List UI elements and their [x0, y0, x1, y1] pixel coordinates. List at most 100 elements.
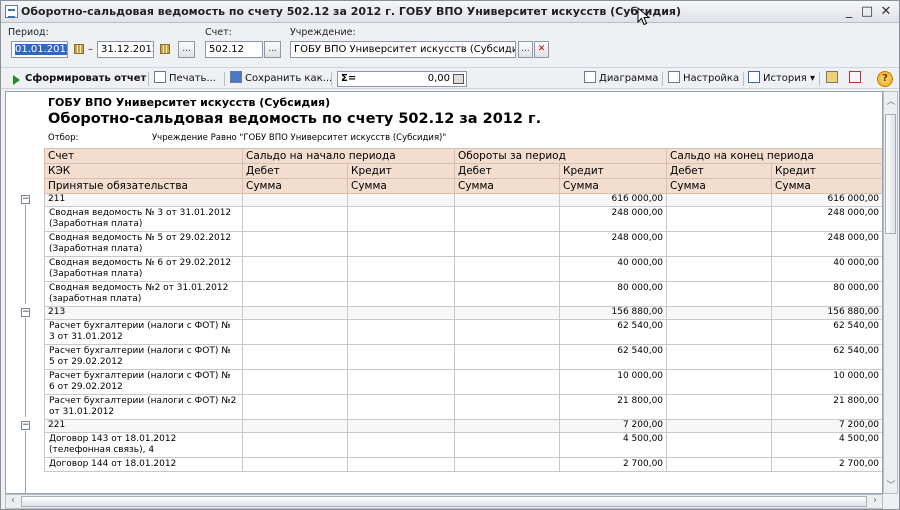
- tree-line: [25, 318, 26, 417]
- table-cell: [666, 419, 773, 433]
- table-row[interactable]: Договор 144 от 18.01.2012 2 700,00 2 700,0…: [44, 457, 882, 472]
- table-header-row-2: КЭК Дебет Кредит Дебет Кредит Дебет Кред…: [44, 163, 882, 179]
- header-cell: Сумма: [346, 178, 456, 194]
- collapse-toggle-icon[interactable]: −: [21, 421, 30, 430]
- sum-field[interactable]: Σ= 0,00: [337, 71, 467, 87]
- title-bar[interactable]: Оборотно-сальдовая ведомость по счету 50…: [1, 1, 899, 23]
- chart-button[interactable]: Диаграмма: [584, 71, 658, 87]
- header-cell: Сумма: [771, 178, 882, 194]
- collapse-toggle-icon[interactable]: −: [21, 308, 30, 317]
- group-row[interactable]: 211 616 000,00 616 000,00: [44, 193, 882, 207]
- tree-gutter: − − −: [10, 148, 44, 493]
- report-area[interactable]: ГОБУ ВПО Университет искусств (Субсидия)…: [5, 91, 883, 494]
- window-mode-icon: [849, 71, 861, 83]
- table-cell: [454, 344, 561, 370]
- table-cell: [454, 206, 561, 232]
- save-as-button[interactable]: Сохранить как...: [230, 71, 332, 87]
- table-cell: [346, 457, 456, 472]
- minimize-button[interactable]: _: [841, 4, 857, 19]
- table-row[interactable]: Сводная ведомость № 6 от 29.02.2012 (Зар…: [44, 256, 882, 282]
- help-button[interactable]: ?: [877, 71, 893, 87]
- table-row[interactable]: Сводная ведомость № 5 от 29.02.2012 (Зар…: [44, 231, 882, 257]
- calendar-from-icon[interactable]: [72, 41, 86, 58]
- institution-field[interactable]: ГОБУ ВПО Университет искусств (Субсидия): [290, 41, 516, 58]
- horizontal-scroll-thumb[interactable]: [21, 496, 867, 507]
- header-cell: Сальдо на начало периода: [241, 148, 456, 164]
- table-cell: [242, 193, 348, 207]
- table-cell: Договор 144 от 18.01.2012: [44, 457, 243, 472]
- history-button[interactable]: История ▾: [748, 71, 815, 87]
- report-org: ГОБУ ВПО Университет искусств (Субсидия): [48, 96, 331, 109]
- vertical-scroll-thumb[interactable]: [885, 114, 896, 234]
- period-select-button[interactable]: ...: [178, 41, 195, 58]
- table-cell: Договор 143 от 18.01.2012 (телефонная св…: [44, 432, 243, 458]
- table-row[interactable]: Расчет бухгалтерии (налоги с ФОТ) № 3 от…: [44, 319, 882, 345]
- generate-report-button[interactable]: Сформировать отчет: [25, 71, 146, 87]
- table-row[interactable]: Сводная ведомость №2 от 31.01.2012 (зара…: [44, 281, 882, 307]
- table-cell: 248 000,00: [771, 206, 882, 232]
- header-cell: Сумма: [454, 178, 561, 194]
- table-row[interactable]: Сводная ведомость № 3 от 31.01.2012 (Зар…: [44, 206, 882, 232]
- table-cell: Расчет бухгалтерии (налоги с ФОТ) № 6 от…: [44, 369, 243, 395]
- collapse-toggle-icon[interactable]: −: [21, 195, 30, 204]
- sigma-icon: Σ=: [341, 73, 357, 84]
- table-cell: 21 800,00: [559, 394, 668, 420]
- window-mode-button[interactable]: [849, 71, 864, 87]
- table-row[interactable]: Расчет бухгалтерии (налоги с ФОТ) №2 от …: [44, 394, 882, 420]
- header-cell: Сальдо на конец периода: [666, 148, 882, 164]
- period-from-field[interactable]: 01.01.2012: [11, 41, 68, 58]
- horizontal-scrollbar[interactable]: ‹ ›: [5, 494, 883, 509]
- table-cell: [346, 319, 456, 345]
- table-cell: 80 000,00: [771, 281, 882, 307]
- table-cell: [666, 319, 773, 345]
- scroll-left-icon[interactable]: ‹: [7, 495, 19, 506]
- table-header-row-1: Счет Сальдо на начало периода Обороты за…: [44, 148, 882, 164]
- group-row[interactable]: 221 7 200,00 7 200,00: [44, 419, 882, 433]
- table-cell: [666, 306, 773, 320]
- institution-clear-button[interactable]: ✕: [534, 41, 549, 58]
- table-cell: Расчет бухгалтерии (налоги с ФОТ) №2 от …: [44, 394, 243, 420]
- scroll-down-icon[interactable]: ﹀: [886, 478, 896, 491]
- table-cell: [666, 281, 773, 307]
- account-field[interactable]: 502.12: [205, 41, 263, 58]
- header-cell: Обороты за период: [454, 148, 668, 164]
- table-cell: [666, 432, 773, 458]
- table-row[interactable]: Договор 143 от 18.01.2012 (телефонная св…: [44, 432, 882, 458]
- table-cell: [346, 419, 456, 433]
- table-cell: 21 800,00: [771, 394, 882, 420]
- table-row[interactable]: Расчет бухгалтерии (налоги с ФОТ) № 6 от…: [44, 369, 882, 395]
- calendar-to-icon[interactable]: [158, 41, 172, 58]
- header-cell: Дебет: [666, 163, 773, 179]
- table-cell: Расчет бухгалтерии (налоги с ФОТ) № 3 от…: [44, 319, 243, 345]
- table-row[interactable]: Расчет бухгалтерии (налоги с ФОТ) № 5 от…: [44, 344, 882, 370]
- institution-select-button[interactable]: ...: [518, 41, 533, 58]
- settings-button[interactable]: Настройка: [668, 71, 739, 87]
- institution-label: Учреждение:: [290, 27, 356, 38]
- table-cell: 211: [44, 193, 243, 207]
- calculator-icon[interactable]: [453, 74, 464, 84]
- maximize-button[interactable]: □: [859, 4, 875, 19]
- table-cell: 40 000,00: [771, 256, 882, 282]
- table-cell: [242, 419, 348, 433]
- toolbar-separator: [819, 72, 820, 86]
- scroll-up-icon[interactable]: ︿: [886, 94, 896, 107]
- scroll-right-icon[interactable]: ›: [869, 495, 881, 506]
- vertical-scrollbar[interactable]: ︿ ﹀: [883, 91, 898, 494]
- header-cell: Сумма: [559, 178, 668, 194]
- table-cell: [242, 394, 348, 420]
- table-cell: 7 200,00: [559, 419, 668, 433]
- toolbar-separator: [743, 72, 744, 86]
- table-cell: [346, 193, 456, 207]
- tree-line: [25, 205, 26, 304]
- print-button[interactable]: Печать...: [154, 71, 216, 87]
- group-row[interactable]: 213 156 880,00 156 880,00: [44, 306, 882, 320]
- export-button[interactable]: [826, 71, 841, 87]
- table-cell: [454, 419, 561, 433]
- header-cell: Кредит: [771, 163, 882, 179]
- close-button[interactable]: ✕: [878, 4, 894, 19]
- table-cell: [242, 319, 348, 345]
- history-icon: [748, 71, 760, 83]
- account-select-button[interactable]: ...: [264, 41, 281, 58]
- table-cell: [666, 256, 773, 282]
- period-to-field[interactable]: 31.12.2012: [97, 41, 154, 58]
